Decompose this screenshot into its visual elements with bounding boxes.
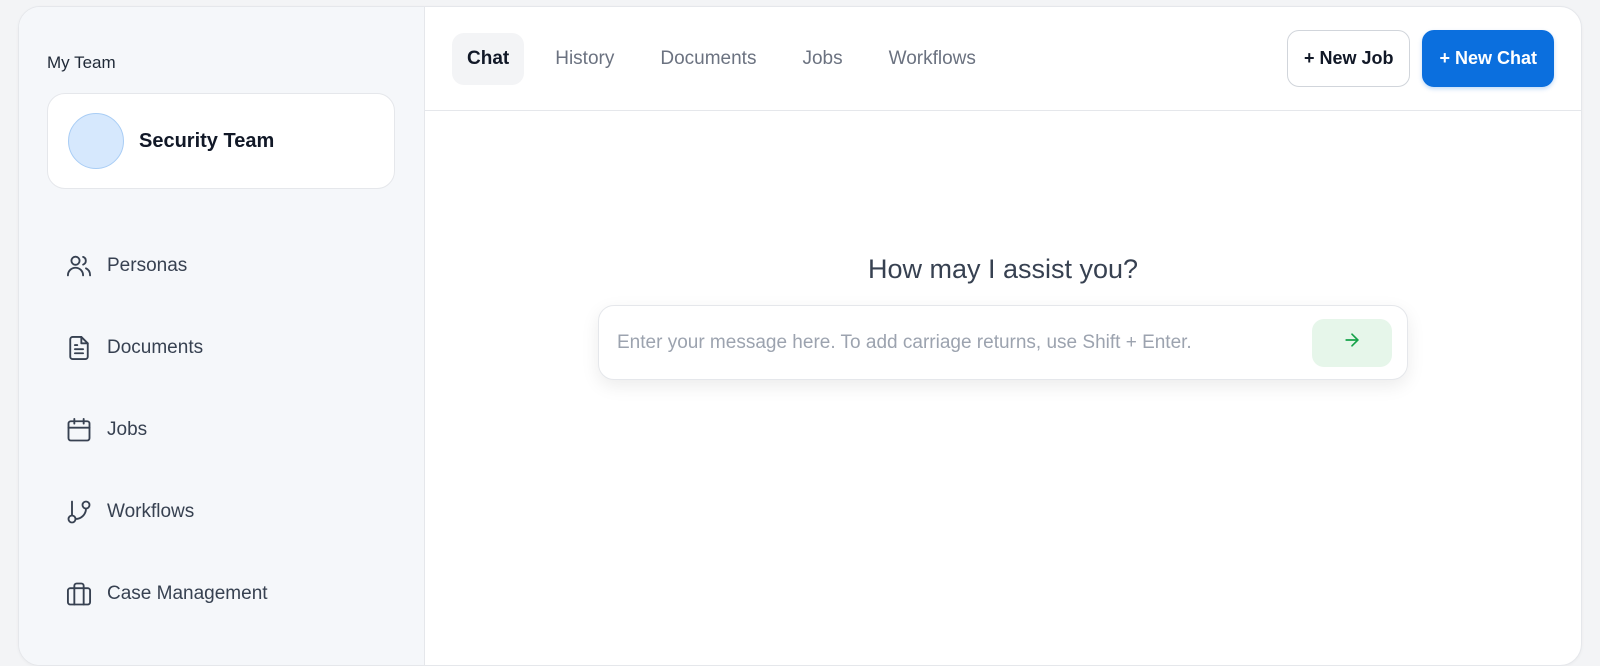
header-actions: + New Job + New Chat xyxy=(1286,30,1554,87)
sidebar-item-workflows[interactable]: Workflows xyxy=(47,471,396,553)
tab-bar: Chat History Documents Jobs Workflows xyxy=(452,32,999,85)
tab-history[interactable]: History xyxy=(540,33,629,85)
send-button[interactable] xyxy=(1312,318,1392,367)
main-panel: Chat History Documents Jobs Workflows + … xyxy=(425,7,1581,665)
calendar-icon xyxy=(65,416,93,444)
sidebar-item-personas[interactable]: Personas xyxy=(47,225,396,307)
team-name: Security Team xyxy=(139,129,275,152)
sidebar-nav: Personas Documents Jobs Workflows Case M… xyxy=(47,225,396,635)
sidebar-item-label: Personas xyxy=(107,255,188,276)
tab-workflows[interactable]: Workflows xyxy=(874,33,991,85)
sidebar-item-label: Jobs xyxy=(107,419,148,440)
git-branch-icon xyxy=(65,498,93,526)
sidebar-item-documents[interactable]: Documents xyxy=(47,307,396,389)
avatar xyxy=(68,113,124,169)
document-icon xyxy=(65,334,93,362)
top-bar: Chat History Documents Jobs Workflows + … xyxy=(425,7,1581,111)
new-chat-button[interactable]: + New Chat xyxy=(1422,30,1554,87)
message-input[interactable] xyxy=(617,331,1312,354)
arrow-right-icon xyxy=(1342,330,1362,355)
tab-documents[interactable]: Documents xyxy=(645,33,771,85)
sidebar-item-label: Case Management xyxy=(107,583,268,604)
team-card[interactable]: Security Team xyxy=(47,93,395,189)
sidebar: My Team Security Team Personas Documents… xyxy=(19,7,425,665)
briefcase-icon xyxy=(65,580,93,608)
message-composer xyxy=(598,305,1408,380)
new-job-button[interactable]: + New Job xyxy=(1286,30,1411,87)
app-window: My Team Security Team Personas Documents… xyxy=(18,6,1582,666)
users-icon xyxy=(65,252,93,280)
sidebar-item-label: Documents xyxy=(107,337,204,358)
chat-empty-state: How may I assist you? xyxy=(425,254,1581,380)
team-label: My Team xyxy=(47,53,116,72)
tab-chat[interactable]: Chat xyxy=(452,32,525,85)
assist-prompt: How may I assist you? xyxy=(867,254,1139,284)
tab-jobs[interactable]: Jobs xyxy=(787,33,857,85)
sidebar-item-jobs[interactable]: Jobs xyxy=(47,389,396,471)
sidebar-item-case-management[interactable]: Case Management xyxy=(47,553,396,635)
sidebar-item-label: Workflows xyxy=(107,501,195,522)
